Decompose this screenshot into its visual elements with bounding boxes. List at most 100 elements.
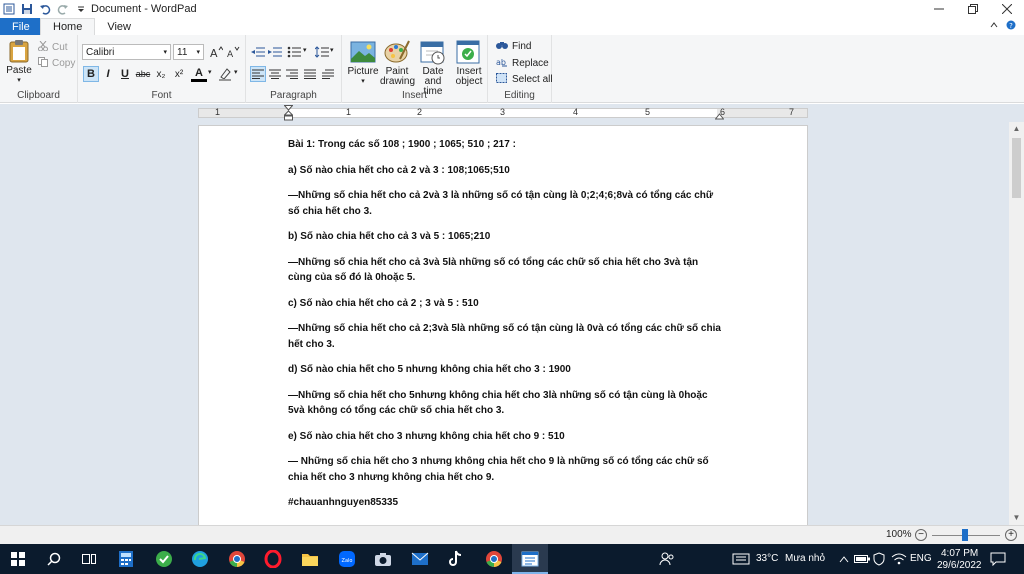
tiktok-app-icon[interactable] [446,549,466,569]
strikethrough-button[interactable]: abc [135,66,151,82]
save-icon[interactable] [20,2,34,16]
clipboard-icon [8,39,30,63]
customize-qat-icon[interactable] [74,2,88,16]
tab-view[interactable]: View [95,18,143,35]
copy-button[interactable]: Copy [38,57,75,70]
chevron-down-icon: ▾ [196,49,200,56]
zoom-slider-thumb[interactable] [962,529,968,541]
select-all-button[interactable]: Select all [496,73,553,86]
ribbon-tabs: File Home View ? [0,18,1024,35]
wifi-icon[interactable] [889,549,909,569]
replace-button[interactable]: ab Replace [496,57,549,70]
scroll-up-icon[interactable]: ▲ [1009,124,1024,136]
task-view-icon[interactable] [79,549,99,569]
cut-button[interactable]: Cut [38,40,68,54]
italic-button[interactable]: I [100,66,116,82]
paragraph-group: ▾ ▾ Paragraph [246,35,342,103]
scissors-icon [38,40,48,54]
ruler-number: 1 [215,107,221,117]
font-family-select[interactable]: Calibri ▾ [82,44,171,60]
scroll-down-icon[interactable]: ▼ [1009,513,1024,525]
close-icon[interactable] [990,0,1024,18]
find-button[interactable]: Find [496,40,531,53]
doc-paragraph: #chauanhnguyen85335 [288,497,399,508]
font-size-select[interactable]: 11 ▾ [173,44,204,60]
show-hidden-icons-icon[interactable] [834,549,854,569]
input-language[interactable]: ENG [910,553,932,564]
svg-text:?: ? [1009,22,1013,30]
increase-indent-button[interactable] [267,44,283,60]
undo-icon[interactable] [38,2,52,16]
paste-button[interactable]: Paste ▾ [6,39,32,84]
weather-icon[interactable] [731,549,751,569]
ruler-number: 1 [346,107,352,117]
svg-text:A: A [210,47,218,58]
tab-file[interactable]: File [0,18,40,35]
redo-icon[interactable] [56,2,70,16]
paragraph-settings-button[interactable] [320,66,336,82]
ruler-number: 7 [789,107,795,117]
vertical-scrollbar[interactable]: ▲ ▼ [1009,122,1024,525]
superscript-button[interactable]: x² [171,66,187,82]
bullets-dropdown-icon[interactable]: ▾ [303,46,307,54]
align-left-button[interactable] [250,66,266,82]
scrollbar-thumb[interactable] [1012,138,1021,198]
maps-app-icon[interactable] [154,549,174,569]
text-color-button[interactable]: A [191,66,207,82]
people-icon[interactable] [657,549,677,569]
opera-browser-icon[interactable] [263,549,283,569]
wordpad-taskbar-icon[interactable] [520,549,540,569]
insert-object-button[interactable]: Insert object [452,39,486,87]
paint-drawing-button[interactable]: Paint drawing [380,39,415,87]
clock-time[interactable]: 4:07 PM [941,548,978,559]
chrome-browser-icon[interactable] [227,549,247,569]
date-time-button[interactable]: Date and time [414,39,452,97]
text-color-dropdown-icon[interactable]: ▾ [208,68,212,76]
help-icon[interactable]: ? [1006,20,1016,33]
window-title: Document - WordPad [91,3,197,15]
line-spacing-icon [315,46,329,58]
bold-button[interactable]: B [83,66,99,82]
tab-home[interactable]: Home [40,18,96,35]
highlight-button[interactable] [217,66,233,82]
doc-paragraph: b) Số nào chia hết cho cả 3 và 5 : 1065;… [288,231,491,242]
zalo-app-icon[interactable]: Zalo [337,549,357,569]
minimize-ribbon-icon[interactable] [990,20,998,33]
underline-button[interactable]: U [117,66,133,82]
decrease-indent-button[interactable] [250,44,266,60]
grow-font-button[interactable]: A [208,44,224,60]
subscript-button[interactable]: x₂ [153,66,169,82]
line-spacing-dropdown-icon[interactable]: ▾ [330,46,334,54]
align-center-button[interactable] [267,66,283,82]
notifications-icon[interactable] [988,549,1008,569]
shrink-font-button[interactable]: A [225,44,241,60]
picture-button[interactable]: Picture ▾ [346,39,380,87]
document-page[interactable]: Bài 1: Trong các số 108 ; 1900 ; 1065; 5… [198,125,808,525]
camera-app-icon[interactable] [373,549,393,569]
search-icon[interactable] [44,549,64,569]
security-shield-icon[interactable] [869,549,889,569]
horizontal-ruler[interactable]: 1 1 2 3 4 5 6 7 [198,105,808,121]
align-right-button[interactable] [284,66,300,82]
highlight-dropdown-icon[interactable]: ▾ [234,68,238,76]
mail-app-icon[interactable] [410,549,430,569]
select-all-label: Select all [512,74,553,85]
zoom-out-icon[interactable]: − [915,529,927,541]
windows-start-icon[interactable] [8,549,28,569]
calculator-app-icon[interactable] [116,549,136,569]
restore-icon[interactable] [956,0,990,18]
line-spacing-button[interactable] [314,44,330,60]
paste-dropdown-icon[interactable]: ▾ [6,76,32,84]
edge-browser-icon[interactable] [190,549,210,569]
chrome-profile-icon[interactable] [484,549,504,569]
justify-button[interactable] [302,66,318,82]
weather-temperature: 33°C [756,553,779,564]
zoom-in-icon[interactable]: + [1005,529,1017,541]
minimize-icon[interactable] [922,0,956,18]
clock-date[interactable]: 29/6/2022 [937,560,982,571]
windows-taskbar: Zalo 33°C Mưa nhỏ ENG 4:07 PM 29/6/2022 [0,544,1024,574]
document-body[interactable]: Bài 1: Trong các số 108 ; 1900 ; 1065; 5… [288,137,723,521]
wordpad-app-icon[interactable] [2,2,16,16]
bullets-button[interactable] [286,44,302,60]
file-explorer-icon[interactable] [300,549,320,569]
